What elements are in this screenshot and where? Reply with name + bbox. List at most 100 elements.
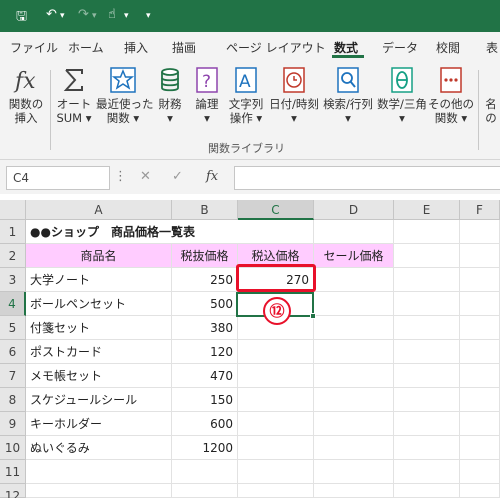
cell[interactable] xyxy=(314,460,394,484)
name-box[interactable]: C4 xyxy=(6,166,110,190)
column-header-a[interactable]: A xyxy=(26,200,172,220)
cell[interactable] xyxy=(314,484,394,498)
cell[interactable] xyxy=(26,460,172,484)
cell[interactable] xyxy=(460,364,500,388)
more-functions-button[interactable]: その他の 関数 ▾ xyxy=(428,66,474,125)
price-cell[interactable]: 250 xyxy=(172,268,238,292)
sale-price-cell[interactable] xyxy=(314,292,394,316)
cancel-icon[interactable]: ✕ xyxy=(140,169,151,184)
tab-draw[interactable]: 描画 xyxy=(172,39,196,56)
price-cell[interactable]: 470 xyxy=(172,364,238,388)
fill-handle[interactable] xyxy=(310,313,316,319)
sale-price-cell[interactable] xyxy=(314,316,394,340)
price-cell[interactable]: 600 xyxy=(172,412,238,436)
cell[interactable] xyxy=(394,292,460,316)
save-icon[interactable]: 🖫 xyxy=(16,7,27,29)
product-name-cell[interactable]: 付箋セット xyxy=(26,316,172,340)
sale-price-cell[interactable] xyxy=(314,436,394,460)
cell[interactable] xyxy=(172,220,238,244)
touch-mode-icon[interactable]: ☝ xyxy=(108,7,116,22)
cell[interactable] xyxy=(26,484,172,498)
tab-page-layout[interactable]: ページ レイアウト xyxy=(226,39,326,56)
tax-price-cell[interactable] xyxy=(238,436,314,460)
select-all-corner[interactable] xyxy=(0,200,26,220)
formula-bar-menu-icon[interactable]: ⋮ xyxy=(114,169,127,184)
sale-price-cell[interactable] xyxy=(314,364,394,388)
column-header-b[interactable]: B xyxy=(172,200,238,220)
price-cell[interactable]: 500 xyxy=(172,292,238,316)
tab-review[interactable]: 校閲 xyxy=(436,39,460,56)
cell[interactable] xyxy=(394,220,460,244)
cell[interactable] xyxy=(460,412,500,436)
cell[interactable] xyxy=(394,412,460,436)
cell[interactable] xyxy=(460,436,500,460)
tax-price-cell[interactable] xyxy=(238,364,314,388)
cell[interactable] xyxy=(394,340,460,364)
product-name-cell[interactable]: 大学ノート xyxy=(26,268,172,292)
row-header[interactable]: 5 xyxy=(0,316,26,340)
row-header[interactable]: 3 xyxy=(0,268,26,292)
column-header-f[interactable]: F xyxy=(460,200,500,220)
product-name-cell[interactable]: ボールペンセット xyxy=(26,292,172,316)
insert-function-icon[interactable]: fx xyxy=(206,169,218,184)
cell[interactable] xyxy=(460,268,500,292)
tab-file[interactable]: ファイル xyxy=(10,39,58,56)
cell[interactable] xyxy=(394,484,460,498)
redo-dropdown-icon[interactable]: ▾ xyxy=(92,11,97,21)
row-header[interactable]: 2 xyxy=(0,244,26,268)
tab-data[interactable]: データ xyxy=(382,39,418,56)
row-header[interactable]: 4 xyxy=(0,292,26,316)
cell[interactable] xyxy=(394,316,460,340)
cell[interactable] xyxy=(460,460,500,484)
cell[interactable] xyxy=(460,484,500,498)
tab-view[interactable]: 表 xyxy=(486,39,498,56)
header-cell-price[interactable]: 税抜価格 xyxy=(172,244,238,268)
tax-price-cell[interactable] xyxy=(238,388,314,412)
cell[interactable] xyxy=(238,460,314,484)
redo-icon[interactable]: ↷ xyxy=(78,7,89,22)
defined-names-button[interactable]: 名 の xyxy=(482,66,500,125)
touch-dropdown-icon[interactable]: ▾ xyxy=(124,11,129,21)
row-header[interactable]: 11 xyxy=(0,460,26,484)
product-name-cell[interactable]: スケジュールシール xyxy=(26,388,172,412)
sale-price-cell[interactable] xyxy=(314,340,394,364)
column-header-c[interactable]: C xyxy=(238,200,314,220)
tab-insert[interactable]: 挿入 xyxy=(124,39,148,56)
row-header[interactable]: 10 xyxy=(0,436,26,460)
row-header[interactable]: 12 xyxy=(0,484,26,498)
header-cell-sale-price[interactable]: セール価格 xyxy=(314,244,394,268)
cell[interactable] xyxy=(238,484,314,498)
autosum-button[interactable]: オート SUM ▾ xyxy=(54,66,94,125)
cell[interactable] xyxy=(394,364,460,388)
sheet-title-cell[interactable]: ●●ショップ 商品価格一覧表 xyxy=(26,220,195,244)
math-trig-button[interactable]: 数学/三角 ▾ xyxy=(376,66,428,125)
tab-home[interactable]: ホーム xyxy=(68,39,104,56)
tax-price-cell[interactable] xyxy=(238,412,314,436)
cell[interactable] xyxy=(460,388,500,412)
customize-qat-icon[interactable]: ▾ xyxy=(146,11,151,21)
sale-price-cell[interactable] xyxy=(314,388,394,412)
product-name-cell[interactable]: メモ帳セット xyxy=(26,364,172,388)
lookup-reference-button[interactable]: 検索/行列 ▾ xyxy=(322,66,374,125)
cell[interactable] xyxy=(172,484,238,498)
cell[interactable] xyxy=(460,244,500,268)
sale-price-cell[interactable] xyxy=(314,412,394,436)
row-header[interactable]: 8 xyxy=(0,388,26,412)
tab-formulas[interactable]: 数式 xyxy=(334,39,358,56)
cell[interactable] xyxy=(394,460,460,484)
price-cell[interactable]: 120 xyxy=(172,340,238,364)
row-header[interactable]: 6 xyxy=(0,340,26,364)
row-header[interactable]: 7 xyxy=(0,364,26,388)
cell[interactable] xyxy=(314,220,394,244)
cell[interactable] xyxy=(394,268,460,292)
cell[interactable] xyxy=(238,220,314,244)
insert-function-button[interactable]: fx 関数の 挿入 xyxy=(6,66,46,125)
price-cell[interactable]: 1200 xyxy=(172,436,238,460)
price-cell[interactable]: 150 xyxy=(172,388,238,412)
sale-price-cell[interactable] xyxy=(314,268,394,292)
header-cell-product-name[interactable]: 商品名 xyxy=(26,244,172,268)
financial-button[interactable]: 財務 ▾ xyxy=(154,66,186,125)
row-header[interactable]: 1 xyxy=(0,220,26,244)
cell[interactable] xyxy=(460,316,500,340)
tax-price-cell[interactable] xyxy=(238,340,314,364)
